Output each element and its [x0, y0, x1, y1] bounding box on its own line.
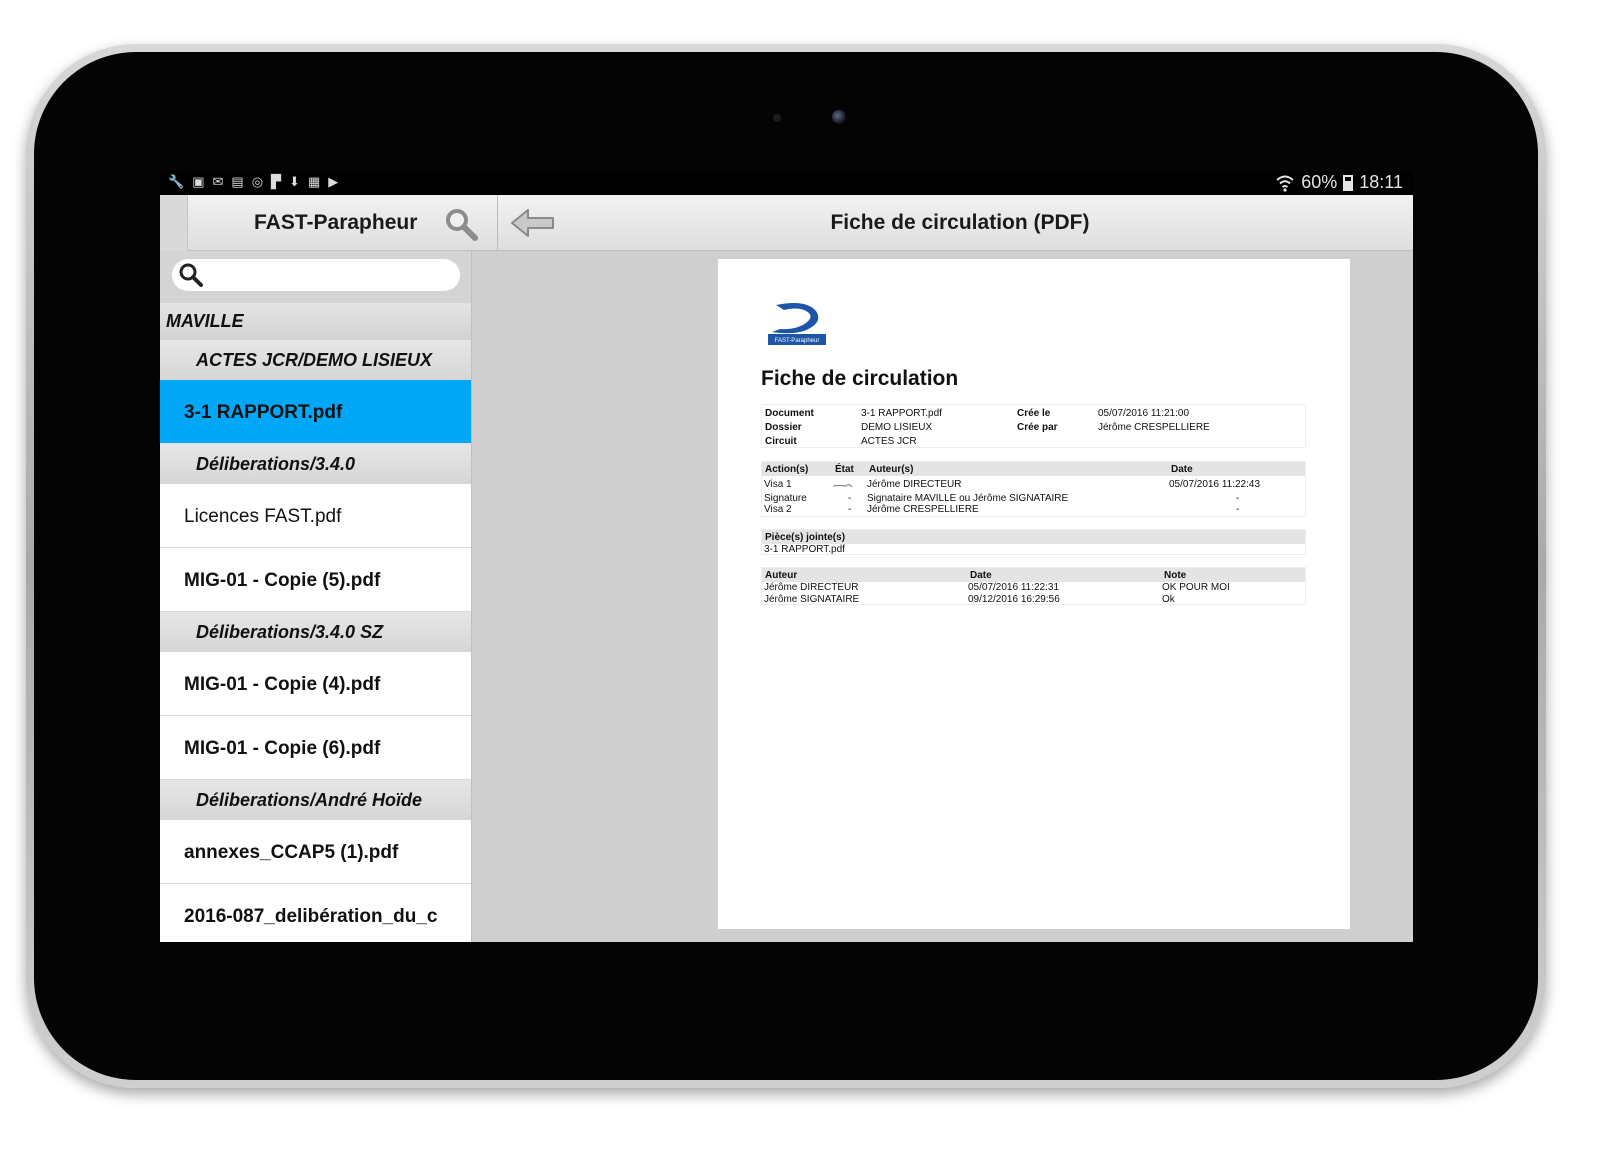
- note-date-cell: 05/07/2016 11:22:31: [968, 582, 1060, 593]
- wifi-icon: [1276, 175, 1294, 192]
- app-bar: FAST-Parapheur Fiche de circulation (PDF…: [160, 195, 1413, 251]
- col-note: Note: [1164, 570, 1187, 581]
- status-bar: 🔧 ▣ ✉ ▤ ◎ ▛ ⬇ ▦ ▶ 60% 18:11: [160, 171, 1413, 195]
- doc-item-selected[interactable]: 3-1 RAPPORT.pdf: [160, 380, 471, 444]
- appbar-divider: [497, 195, 498, 251]
- pdf-viewer[interactable]: FAST-Parapheur Fiche de circulation Docu…: [473, 251, 1413, 942]
- battery-icon: [1343, 174, 1354, 191]
- clock: 18:11: [1359, 172, 1403, 192]
- folder-header: ACTES JCR/DEMO LISIEUX: [160, 340, 471, 380]
- screen-icon: ▤: [231, 174, 244, 189]
- note-author-cell: Jérôme SIGNATAIRE: [764, 594, 860, 605]
- cree-par-value: Jérôme CRESPELLIERE: [1098, 422, 1210, 433]
- dossier-value: DEMO LISIEUX: [861, 422, 933, 433]
- actions-table: Action(s) État Auteur(s) Date Visa 1 Jér…: [761, 461, 1306, 517]
- attachments-table: Pièce(s) jointe(s) 3-1 RAPPORT.pdf: [761, 529, 1306, 555]
- light-sensor: [773, 114, 781, 122]
- col-etat: État: [835, 464, 854, 475]
- view-title: Fiche de circulation (PDF): [830, 211, 1090, 234]
- table-header: [762, 568, 1305, 582]
- search-icon[interactable]: [444, 207, 478, 241]
- folder-header: Déliberations/3.4.0: [160, 444, 471, 484]
- document-value: 3-1 RAPPORT.pdf: [861, 408, 942, 419]
- drawer-edge[interactable]: [160, 195, 188, 251]
- document-label: Document: [765, 408, 814, 419]
- action-cell: Signature: [764, 493, 807, 504]
- pdf-title: Fiche de circulation: [761, 367, 959, 390]
- cree-par-label: Crée par: [1017, 422, 1058, 433]
- col-date: Date: [1171, 464, 1193, 475]
- image-icon: ▣: [192, 174, 205, 189]
- cree-le-value: 05/07/2016 11:21:00: [1098, 408, 1190, 419]
- date-cell: -: [1236, 504, 1240, 515]
- action-cell: Visa 2: [764, 504, 792, 515]
- doc-item[interactable]: annexes_CCAP5 (1).pdf: [160, 820, 471, 884]
- circuit-label: Circuit: [765, 436, 797, 447]
- fast-parapheur-logo: FAST-Parapheur: [768, 303, 826, 345]
- attachment-cell: 3-1 RAPPORT.pdf: [764, 544, 845, 555]
- search-area: [160, 251, 471, 303]
- col-auteur: Auteur: [765, 570, 798, 581]
- author-cell: Jérôme CRESPELLIERE: [867, 504, 979, 515]
- flag-icon: ▛: [271, 174, 282, 189]
- video-icon: ▶: [328, 174, 339, 189]
- doc-item[interactable]: MIG-01 - Copie (5).pdf: [160, 548, 471, 612]
- col-pieces: Pièce(s) jointe(s): [765, 532, 846, 543]
- tablet-screen: 🔧 ▣ ✉ ▤ ◎ ▛ ⬇ ▦ ▶ 60% 18:11 FAST-Paraphe…: [160, 171, 1413, 942]
- doc-item[interactable]: MIG-01 - Copie (4).pdf: [160, 652, 471, 716]
- action-cell: Visa 1: [764, 479, 792, 490]
- document-info-table: Document 3-1 RAPPORT.pdf Crée le 05/07/2…: [761, 404, 1306, 448]
- cree-le-label: Crée le: [1017, 408, 1051, 419]
- author-cell: Jérôme DIRECTEUR: [867, 479, 962, 490]
- status-right: 60% 18:11: [1275, 172, 1403, 193]
- bag-icon: ▦: [307, 174, 321, 189]
- doc-item[interactable]: 2016-087_delibération_du_c: [160, 884, 471, 942]
- group-header-maville: MAVILLE: [160, 303, 471, 340]
- state-cell: -: [848, 493, 852, 504]
- note-text-cell: Ok: [1162, 594, 1175, 605]
- date-cell: 05/07/2016 11:22:43: [1169, 479, 1261, 490]
- battery-percent: 60%: [1301, 172, 1338, 192]
- state-cell: -: [848, 504, 852, 515]
- doc-item[interactable]: MIG-01 - Copie (6).pdf: [160, 716, 471, 780]
- front-camera: [832, 110, 846, 124]
- search-input[interactable]: [210, 263, 446, 287]
- notification-icons: 🔧 ▣ ✉ ▤ ◎ ▛ ⬇ ▦ ▶: [168, 174, 338, 190]
- back-arrow-icon[interactable]: [510, 207, 556, 239]
- magnifier-icon: [179, 263, 203, 287]
- date-cell: -: [1236, 493, 1240, 504]
- logo-text: FAST-Parapheur: [775, 338, 820, 344]
- doc-item[interactable]: Licences FAST.pdf: [160, 484, 471, 548]
- notes-table: Auteur Date Note Jérôme DIRECTEUR 05/07/…: [761, 567, 1306, 605]
- col-date: Date: [970, 570, 992, 581]
- target-icon: ◎: [251, 174, 264, 189]
- document-list-sidebar: MAVILLE ACTES JCR/DEMO LISIEUX 3-1 RAPPO…: [160, 251, 472, 942]
- note-author-cell: Jérôme DIRECTEUR: [764, 582, 859, 593]
- col-auteurs: Auteur(s): [869, 464, 914, 475]
- mail-icon: ✉: [212, 174, 224, 189]
- search-box[interactable]: [172, 259, 460, 291]
- folder-header: Déliberations/3.4.0 SZ: [160, 612, 471, 652]
- download-icon: ⬇: [289, 174, 300, 189]
- wrench-icon: 🔧: [168, 174, 185, 189]
- author-cell: Signataire MAVILLE ou Jérôme SIGNATAIRE: [867, 493, 1069, 504]
- note-date-cell: 09/12/2016 16:29:56: [968, 594, 1060, 605]
- app-title: FAST-Parapheur: [254, 211, 418, 234]
- note-text-cell: OK POUR MOI: [1162, 582, 1230, 593]
- pdf-page: FAST-Parapheur Fiche de circulation Docu…: [718, 259, 1350, 929]
- folder-header: Déliberations/André Hoïde: [160, 780, 471, 820]
- circuit-value: ACTES JCR: [861, 436, 917, 447]
- signature-mark-icon: [832, 484, 853, 488]
- dossier-label: Dossier: [765, 422, 802, 433]
- col-actions: Action(s): [765, 464, 809, 475]
